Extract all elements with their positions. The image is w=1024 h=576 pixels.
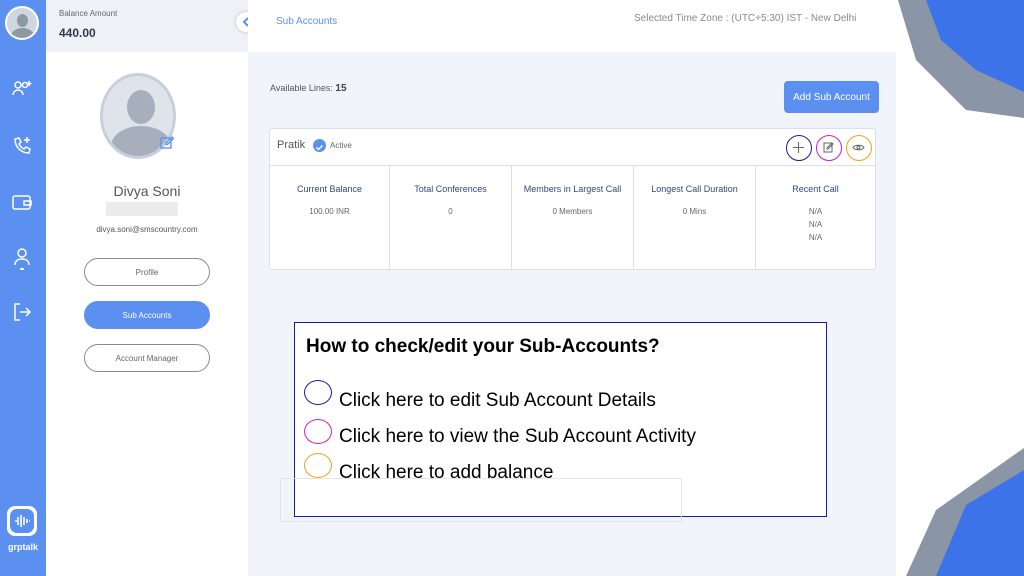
avatar[interactable] bbox=[5, 6, 39, 40]
stat-title: Total Conferences bbox=[414, 184, 487, 194]
add-users-icon[interactable] bbox=[10, 76, 34, 100]
stat-current-balance: Current Balance 100.00 INR bbox=[270, 166, 390, 270]
plus-icon bbox=[793, 142, 804, 153]
stat-recent-call: Recent Call N/A N/A N/A bbox=[756, 166, 875, 270]
stat-longest-call-duration: Longest Call Duration 0 Mins bbox=[634, 166, 756, 270]
balance-label: Balance Amount bbox=[59, 9, 118, 18]
overlay-line: Click here to edit Sub Account Details bbox=[339, 390, 656, 411]
profile-button[interactable]: Profile bbox=[84, 258, 210, 286]
available-lines-label: Available Lines: bbox=[270, 83, 333, 93]
nav-rail: grptalk bbox=[0, 0, 46, 576]
overlay-title: How to check/edit your Sub-Accounts? bbox=[306, 336, 660, 357]
decorative-shapes bbox=[898, 0, 1024, 576]
top-bar bbox=[248, 0, 896, 52]
available-lines: Available Lines: 15 bbox=[270, 83, 347, 94]
edit-icon bbox=[823, 142, 834, 153]
view-activity-button[interactable] bbox=[846, 135, 872, 161]
edit-picture-icon[interactable] bbox=[160, 135, 174, 149]
account-name: Pratik bbox=[277, 139, 306, 151]
stat-value: N/A bbox=[808, 233, 823, 242]
logout-icon[interactable] bbox=[10, 300, 34, 324]
balance-value: 440.00 bbox=[59, 26, 96, 40]
status-badge: Active bbox=[330, 141, 352, 150]
check-icon bbox=[313, 139, 326, 152]
user-email: divya.soni@smscountry.com bbox=[96, 225, 198, 234]
overlay-ghost-box bbox=[280, 478, 682, 522]
stat-value: 0 Mins bbox=[682, 207, 707, 216]
balance-panel: Balance Amount 440.00 bbox=[46, 0, 248, 52]
stat-value: 0 Members bbox=[552, 207, 593, 216]
add-sub-account-button[interactable]: Add Sub Account bbox=[784, 81, 879, 113]
overlay-line: Click here to view the Sub Account Activ… bbox=[339, 426, 696, 447]
edit-account-button[interactable] bbox=[816, 135, 842, 161]
user-name: Divya Soni bbox=[113, 183, 181, 199]
sub-accounts-button[interactable]: Sub Accounts bbox=[84, 301, 210, 329]
legend-circle-blue bbox=[304, 380, 332, 405]
stat-value-list: N/A N/A N/A bbox=[756, 205, 875, 244]
account-manager-button[interactable]: Account Manager bbox=[84, 344, 210, 372]
stat-title: Recent Call bbox=[792, 184, 839, 194]
stat-value: 0 bbox=[448, 207, 453, 216]
user-icon[interactable] bbox=[10, 246, 34, 270]
timezone-label: Selected Time Zone : (UTC+5:30) IST - Ne… bbox=[634, 13, 857, 24]
wallet-icon[interactable] bbox=[10, 190, 34, 214]
legend-circle-magenta bbox=[304, 419, 332, 444]
sub-account-card: Pratik Active Current Balance 100.00 INR… bbox=[269, 128, 876, 270]
legend-circle-orange bbox=[304, 453, 332, 478]
stat-value: N/A bbox=[808, 207, 823, 216]
grptalk-logo bbox=[7, 506, 37, 536]
card-header: Pratik Active bbox=[270, 129, 875, 166]
stat-value: 100.00 INR bbox=[309, 207, 350, 216]
stat-total-conferences: Total Conferences 0 bbox=[390, 166, 512, 270]
overlay-line: Click here to add balance bbox=[339, 462, 554, 483]
add-call-icon[interactable] bbox=[10, 134, 34, 158]
logo-text: grptalk bbox=[7, 542, 38, 552]
add-balance-button[interactable] bbox=[786, 135, 812, 161]
stat-value: N/A bbox=[808, 220, 823, 229]
stat-title: Members in Largest Call bbox=[523, 184, 622, 194]
breadcrumb[interactable]: Sub Accounts bbox=[276, 16, 337, 27]
stat-title: Current Balance bbox=[296, 184, 363, 194]
redacted-field bbox=[106, 202, 178, 216]
available-lines-value: 15 bbox=[335, 83, 347, 94]
stat-title: Longest Call Duration bbox=[651, 184, 738, 194]
eye-icon bbox=[852, 144, 865, 151]
stat-members-largest-call: Members in Largest Call 0 Members bbox=[512, 166, 634, 270]
